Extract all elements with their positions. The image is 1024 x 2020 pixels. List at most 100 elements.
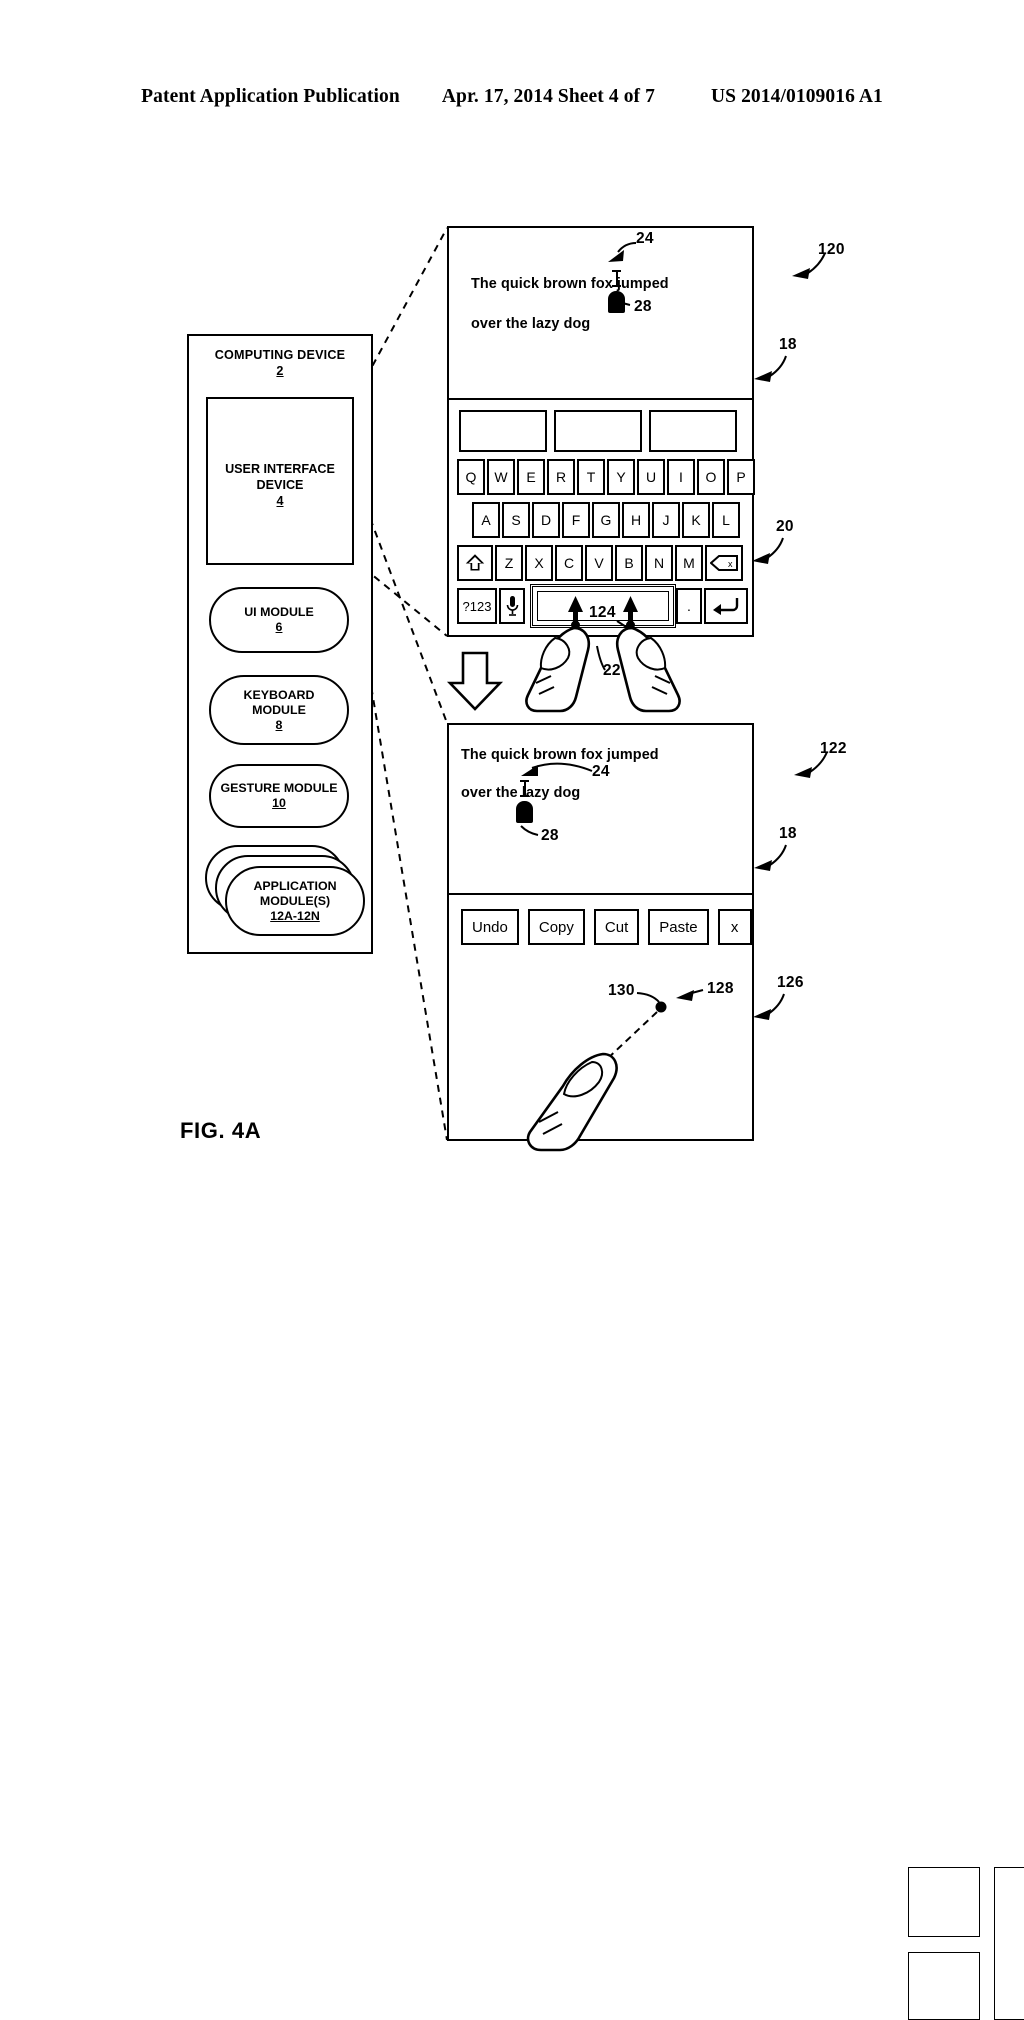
- key-i[interactable]: I: [667, 459, 695, 495]
- left-slot-top-122[interactable]: [908, 1867, 980, 1937]
- key-w[interactable]: W: [487, 459, 515, 495]
- paste-button[interactable]: Paste: [648, 909, 709, 945]
- key-e[interactable]: E: [517, 459, 545, 495]
- text-line-2-120: over the lazy dog: [471, 316, 591, 332]
- suggestion-row-120[interactable]: [459, 410, 737, 452]
- publication-date-sheet: Apr. 17, 2014 Sheet 4 of 7: [441, 86, 655, 107]
- key-o[interactable]: O: [697, 459, 725, 495]
- svg-text:x: x: [728, 559, 733, 569]
- key-l[interactable]: L: [712, 502, 740, 538]
- key-k[interactable]: K: [682, 502, 710, 538]
- ref-18-top: 18: [779, 336, 797, 353]
- enter-icon: [713, 598, 739, 615]
- key-y[interactable]: Y: [607, 459, 635, 495]
- key-b[interactable]: B: [615, 545, 643, 581]
- ref-22: 22: [603, 662, 621, 679]
- suggestion-slot-1[interactable]: [459, 410, 547, 452]
- edit-menu-region-122[interactable]: Undo Copy Cut Paste x x: [449, 897, 1024, 2020]
- key-f[interactable]: F: [562, 502, 590, 538]
- ref-24-top: 24: [636, 230, 654, 247]
- cursor-handle-icon-120[interactable]: [608, 291, 625, 313]
- ref-126: 126: [777, 974, 804, 991]
- key-h[interactable]: H: [622, 502, 650, 538]
- keyboard-module-label-1: KEYBOARD: [243, 687, 315, 702]
- key-t[interactable]: T: [577, 459, 605, 495]
- ui-module-label: UI MODULE: [244, 605, 314, 619]
- key-d[interactable]: D: [532, 502, 560, 538]
- ref-128: 128: [707, 980, 734, 997]
- keyboard-module-label-2: MODULE: [252, 702, 306, 717]
- key-u[interactable]: U: [637, 459, 665, 495]
- key-row-3[interactable]: Z X C V B N M x: [457, 545, 743, 581]
- computing-device-title: COMPUTING DEVICE: [214, 348, 346, 362]
- period-key[interactable]: .: [676, 588, 702, 624]
- key-n[interactable]: N: [645, 545, 673, 581]
- user-interface-device-block: USER INTERFACE DEVICE 4: [206, 397, 354, 565]
- uid-label-line1: USER INTERFACE: [225, 462, 335, 476]
- key-q[interactable]: Q: [457, 459, 485, 495]
- keyboard-module-block: KEYBOARD MODULE 8: [209, 675, 349, 745]
- shift-key[interactable]: [457, 545, 493, 581]
- key-v[interactable]: V: [585, 545, 613, 581]
- key-row-2[interactable]: A S D F G H J K L: [472, 502, 740, 538]
- key-j[interactable]: J: [652, 502, 680, 538]
- key-c[interactable]: C: [555, 545, 583, 581]
- symbols-key[interactable]: ?123: [457, 588, 497, 624]
- ref-20: 20: [776, 518, 794, 535]
- display-area-122: The quick brown fox jumped over the lazy…: [449, 725, 752, 895]
- text-cursor-icon-120[interactable]: [612, 270, 621, 287]
- gesture-module-label: GESTURE MODULE: [220, 781, 338, 795]
- suggestion-slot-3[interactable]: [649, 410, 737, 452]
- ref-18-bottom: 18: [779, 825, 797, 842]
- computing-device-ref: 2: [276, 364, 284, 378]
- ref-130: 130: [608, 982, 635, 999]
- backspace-icon: x: [710, 555, 738, 571]
- application-module-label-1: APPLICATION: [253, 878, 337, 893]
- device-screen-120: The quick brown fox jumped over the lazy…: [447, 226, 755, 637]
- ref-28-bottom: 28: [541, 827, 559, 844]
- uid-ref: 4: [276, 494, 284, 508]
- key-g[interactable]: G: [592, 502, 620, 538]
- finger-right-icon: [615, 626, 681, 713]
- gesture-module-ref: 10: [272, 796, 286, 810]
- shift-icon: [465, 554, 485, 571]
- backspace-key[interactable]: x: [705, 545, 743, 581]
- application-module-ref: 12A-12N: [270, 908, 320, 923]
- microphone-key[interactable]: [499, 588, 525, 624]
- edit-menu-row[interactable]: Undo Copy Cut Paste x: [461, 909, 752, 945]
- display-area-120: The quick brown fox jumped over the lazy…: [449, 228, 752, 400]
- key-m[interactable]: M: [675, 545, 703, 581]
- key-row-1[interactable]: Q W E R T Y U I O P: [457, 459, 755, 495]
- close-button[interactable]: x: [717, 909, 752, 945]
- left-slot-bottom-122[interactable]: [908, 1952, 980, 2020]
- keyboard-120[interactable]: Q W E R T Y U I O P A S D F G H J K L Z …: [449, 402, 755, 637]
- key-s[interactable]: S: [502, 502, 530, 538]
- gesture-pad-128[interactable]: [994, 1867, 1024, 2020]
- cut-button[interactable]: Cut: [593, 909, 640, 945]
- publication-header: Patent Application Publication Apr. 17, …: [0, 86, 1024, 108]
- application-module-label-2: MODULE(S): [259, 893, 331, 908]
- publication-number: US 2014/0109016 A1: [710, 86, 883, 107]
- key-a[interactable]: A: [472, 502, 500, 538]
- suggestion-slot-2[interactable]: [554, 410, 642, 452]
- key-r[interactable]: R: [547, 459, 575, 495]
- key-p[interactable]: P: [727, 459, 755, 495]
- undo-button[interactable]: Undo: [461, 909, 519, 945]
- gesture-module-block: GESTURE MODULE 10: [209, 764, 349, 828]
- copy-button[interactable]: Copy: [527, 909, 585, 945]
- uid-label-line2: DEVICE: [256, 478, 304, 492]
- ref-124: 124: [589, 604, 616, 621]
- ref-24-bottom: 24: [592, 763, 610, 780]
- ref-122: 122: [820, 740, 847, 757]
- ui-module-block: UI MODULE 6: [209, 587, 349, 653]
- key-x[interactable]: X: [525, 545, 553, 581]
- device-screen-122: The quick brown fox jumped over the lazy…: [447, 723, 1024, 2020]
- finger-left-icon: [525, 626, 591, 713]
- cursor-handle-icon-122[interactable]: [516, 801, 533, 823]
- enter-key[interactable]: [704, 588, 748, 624]
- text-cursor-icon-122[interactable]: [520, 780, 529, 797]
- key-z[interactable]: Z: [495, 545, 523, 581]
- ref-120: 120: [818, 241, 845, 258]
- ref-28-top: 28: [634, 298, 652, 315]
- publication-type: Patent Application Publication: [141, 86, 400, 107]
